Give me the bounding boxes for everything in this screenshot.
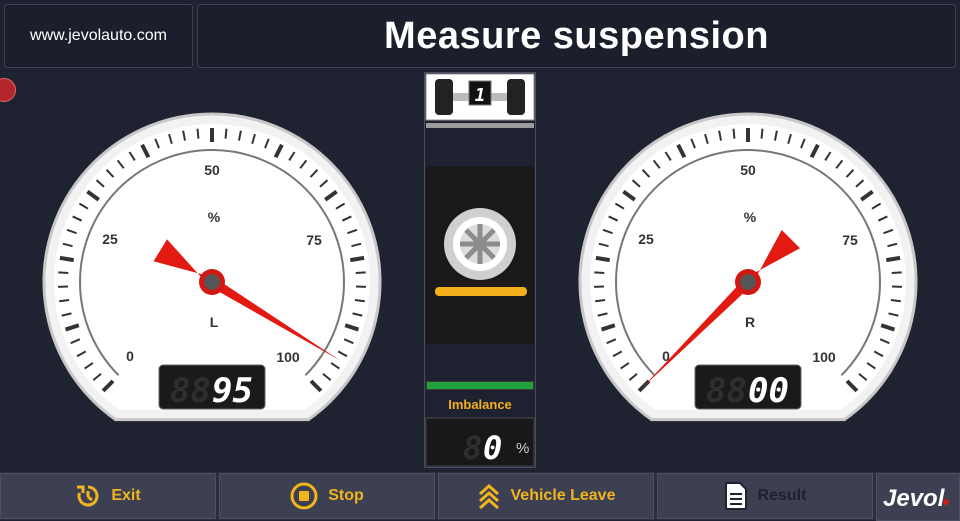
imbalance-progress-bar (427, 382, 533, 389)
axle-number: 1 (475, 85, 486, 106)
stop-button[interactable]: Stop (219, 473, 435, 519)
imbalance-panel-graphics: 1 Imbalance 8 0 % (425, 73, 535, 467)
gauge-unit: % (744, 209, 757, 225)
imbalance-label: Imbalance (448, 397, 512, 412)
left-suspension-gauge: 0 25 50 75 100 % L 88 95 (42, 112, 382, 427)
scale-label-0: 0 (126, 348, 134, 364)
brand-logo: Jevol (876, 473, 960, 521)
minor-tick (198, 129, 199, 139)
svg-text:88: 88 (170, 371, 211, 411)
exit-icon (75, 483, 101, 509)
stop-label: Stop (328, 487, 364, 505)
major-tick (886, 258, 900, 260)
scale-label-100: 100 (812, 349, 836, 365)
website-label: www.jevolauto.com (4, 4, 193, 68)
minor-tick (355, 300, 365, 301)
wheel-icon (444, 208, 516, 280)
vehicle-leave-button[interactable]: Vehicle Leave (438, 473, 654, 519)
jevol-logo: Jevol (881, 482, 955, 512)
right-gauge-dial: 0 25 50 75 100 % R 88 00 (578, 112, 918, 427)
gauge-unit: % (208, 209, 221, 225)
bottom-toolbar: Exit Stop Vehicle Leave Result Jevol (0, 472, 960, 520)
gauge-side-label: L (210, 314, 219, 330)
imbalance-value: 0 (483, 429, 502, 467)
svg-text:8: 8 (463, 429, 482, 467)
minor-tick (594, 272, 604, 273)
scale-label-25: 25 (102, 231, 118, 247)
exit-label: Exit (111, 487, 140, 505)
scale-label-25: 25 (638, 231, 654, 247)
side-tab-icon[interactable] (0, 78, 16, 102)
minor-tick (226, 129, 227, 139)
scale-label-50: 50 (204, 162, 220, 178)
imbalance-unit: % (516, 440, 529, 457)
scale-label-75: 75 (842, 232, 858, 248)
exit-button[interactable]: Exit (0, 473, 216, 519)
stop-icon (290, 482, 318, 510)
minor-tick (59, 300, 69, 301)
result-button[interactable]: Result (657, 473, 873, 519)
result-icon (724, 481, 748, 511)
gauge-side-label: R (745, 314, 755, 330)
left-gauge-dial: 0 25 50 75 100 % L 88 95 (42, 112, 382, 427)
imbalance-panel: 1 Imbalance 8 0 % (424, 72, 536, 468)
minor-tick (891, 300, 901, 301)
page-title: Measure suspension (197, 4, 956, 68)
gauge-digital-readout: 95 (212, 371, 253, 411)
minor-tick (595, 300, 605, 301)
minor-tick (58, 272, 68, 273)
scale-label-50: 50 (740, 162, 756, 178)
minor-tick (734, 129, 735, 139)
svg-text:88: 88 (706, 371, 747, 411)
minor-tick (762, 129, 763, 139)
vehicle-leave-label: Vehicle Leave (511, 487, 616, 505)
gauge-digital-readout: 00 (748, 371, 789, 411)
scale-label-100: 100 (276, 349, 300, 365)
major-tick (596, 258, 610, 260)
major-tick (60, 258, 74, 260)
minor-tick (356, 272, 366, 273)
svg-text:Jevol: Jevol (883, 485, 946, 512)
vehicle-leave-icon (477, 482, 501, 510)
right-suspension-gauge: 0 25 50 75 100 % R 88 00 (578, 112, 918, 427)
result-label: Result (758, 487, 807, 505)
minor-tick (892, 272, 902, 273)
major-tick (350, 258, 364, 260)
scale-label-75: 75 (306, 232, 322, 248)
